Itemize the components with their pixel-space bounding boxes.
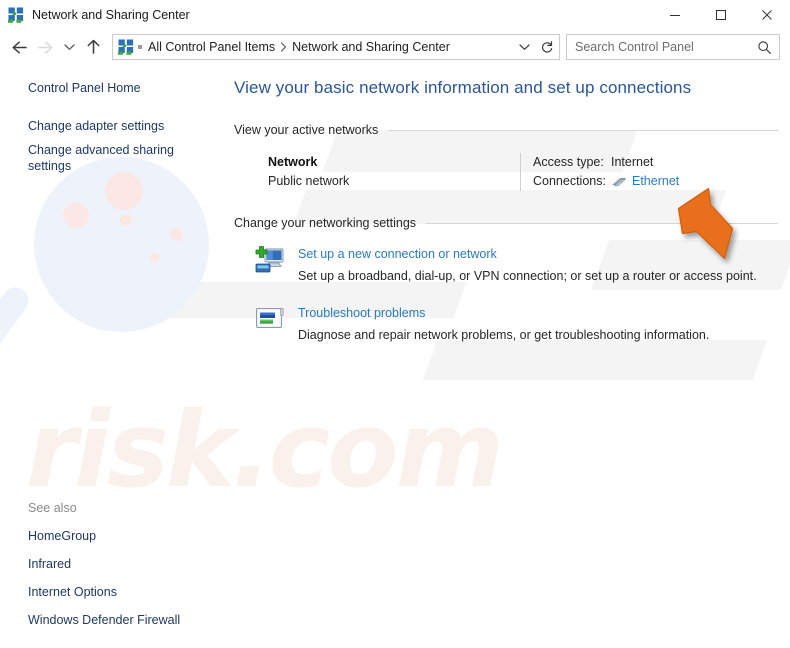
vertical-divider [520, 153, 521, 191]
window-controls [652, 0, 790, 29]
active-network-details: Access type: Internet Connections: Ether… [533, 153, 778, 191]
close-button[interactable] [744, 0, 790, 29]
access-type-row: Access type: Internet [533, 153, 778, 172]
troubleshoot-icon [254, 303, 286, 335]
section-label: View your active networks [234, 123, 379, 137]
search-input[interactable] [567, 40, 757, 54]
sidebar-item-infrared[interactable]: Infrared [0, 550, 225, 578]
main-panel: View your basic network information and … [225, 65, 790, 648]
access-type-value: Internet [611, 155, 654, 169]
forward-button[interactable] [32, 34, 58, 60]
address-bar[interactable]: All Control Panel Items Network and Shar… [112, 34, 536, 60]
section-header-active-networks: View your active networks [234, 123, 778, 137]
sidebar-item-control-panel-home[interactable]: Control Panel Home [0, 76, 225, 100]
content-area: Control Panel Home Change adapter settin… [0, 65, 790, 648]
network-name: Network [268, 155, 318, 169]
new-connection-icon [254, 244, 286, 276]
section-label: Change your networking settings [234, 216, 417, 230]
recent-locations-button[interactable] [58, 34, 80, 60]
chevron-down-icon[interactable] [513, 36, 535, 58]
task-setup-new-connection[interactable]: Set up a new connection or network Set u… [234, 244, 778, 285]
task-body: Troubleshoot problems Diagnose and repai… [298, 303, 778, 344]
network-type: Public network [268, 174, 350, 188]
active-network-row: Network Public network Access type: Inte… [234, 153, 778, 191]
chevron-right-icon[interactable] [280, 42, 287, 52]
setup-new-connection-link[interactable]: Set up a new connection or network [298, 245, 497, 263]
search-box[interactable] [566, 34, 780, 60]
sidebar-item-change-advanced-sharing-settings[interactable]: Change advanced sharing settings [0, 138, 225, 178]
up-button[interactable] [80, 34, 106, 60]
troubleshoot-problems-description: Diagnose and repair network problems, or… [298, 328, 710, 342]
network-sharing-icon [118, 39, 134, 55]
see-also-heading: See also [28, 501, 77, 515]
ethernet-cable-icon [611, 176, 627, 188]
breadcrumb-separator-square [138, 45, 142, 49]
sidebar-item-windows-defender-firewall[interactable]: Windows Defender Firewall [0, 606, 225, 634]
connections-label: Connections: [533, 174, 606, 188]
sidebar-item-homegroup[interactable]: HomeGroup [0, 522, 225, 550]
see-also-section: See also HomeGroup Infrared Internet Opt… [0, 501, 225, 634]
task-troubleshoot-problems[interactable]: Troubleshoot problems Diagnose and repai… [234, 303, 778, 344]
maximize-button[interactable] [698, 0, 744, 29]
sidebar: Control Panel Home Change adapter settin… [0, 65, 225, 648]
breadcrumb-item-all-control-panel-items[interactable]: All Control Panel Items [147, 40, 276, 54]
minimize-button[interactable] [652, 0, 698, 29]
section-rule [426, 222, 778, 224]
ethernet-link[interactable]: Ethernet [632, 172, 679, 191]
troubleshoot-problems-link[interactable]: Troubleshoot problems [298, 304, 425, 322]
access-type-label: Access type: [533, 155, 604, 169]
search-icon[interactable] [757, 40, 772, 55]
section-header-networking-settings: Change your networking settings [234, 216, 778, 230]
refresh-button[interactable] [535, 34, 560, 60]
sidebar-item-change-adapter-settings[interactable]: Change adapter settings [0, 114, 225, 138]
section-rule [388, 129, 778, 131]
title-bar: Network and Sharing Center [0, 0, 790, 29]
setup-new-connection-description: Set up a broadband, dial-up, or VPN conn… [298, 269, 757, 283]
back-button[interactable] [6, 34, 32, 60]
page-title: View your basic network information and … [234, 78, 692, 97]
task-body: Set up a new connection or network Set u… [298, 244, 778, 285]
sidebar-item-internet-options[interactable]: Internet Options [0, 578, 225, 606]
network-sharing-icon [8, 7, 24, 23]
active-network-identity: Network Public network [234, 153, 520, 191]
breadcrumb-item-network-and-sharing-center[interactable]: Network and Sharing Center [291, 40, 451, 54]
connections-row: Connections: Ethernet [533, 172, 778, 191]
navigation-bar: All Control Panel Items Network and Shar… [0, 29, 790, 65]
window-title: Network and Sharing Center [32, 7, 190, 22]
